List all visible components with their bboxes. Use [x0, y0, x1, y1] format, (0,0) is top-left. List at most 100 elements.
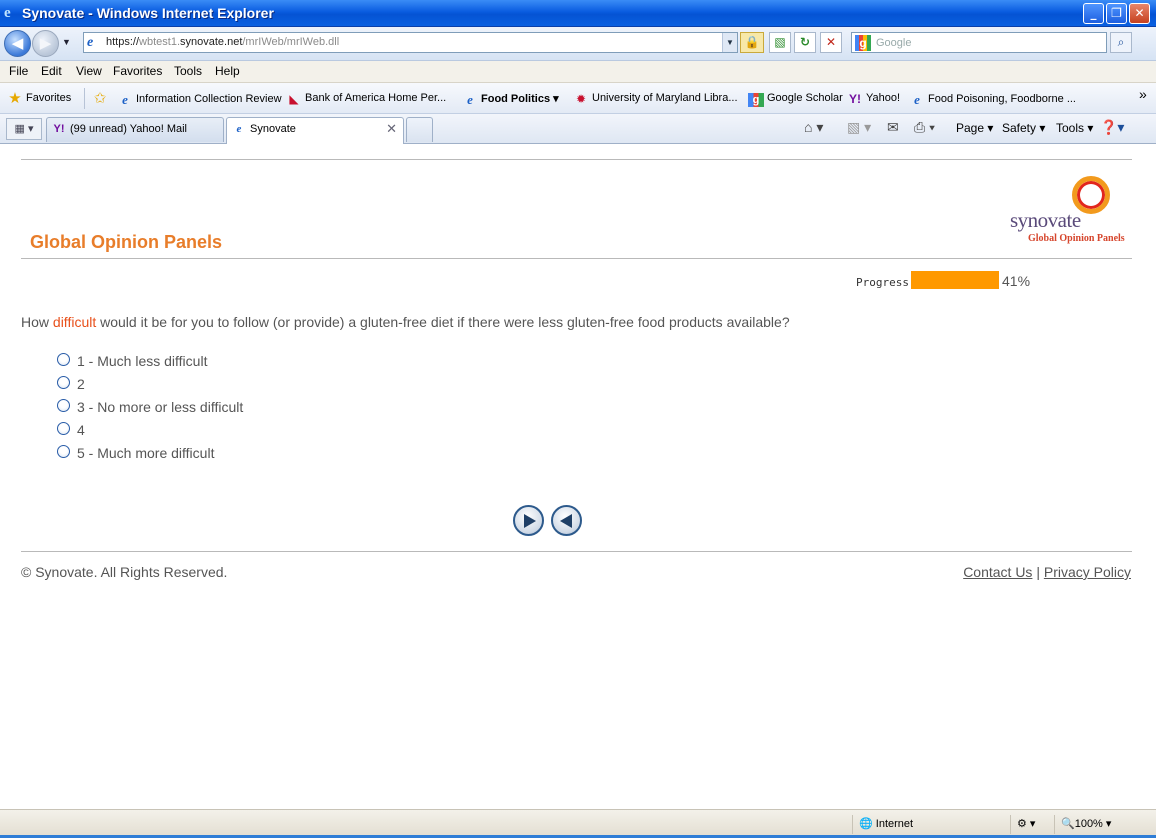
read-mail-icon[interactable]: ✉: [887, 119, 899, 136]
progress-percent: 41%: [1002, 273, 1031, 289]
favorite-link-bank-of-america[interactable]: ◣ Bank of America Home Per...: [286, 92, 446, 106]
google-icon: g: [748, 93, 764, 107]
page-favicon-icon: e: [87, 35, 94, 50]
close-tab-icon[interactable]: ✕: [386, 118, 397, 140]
radio-button[interactable]: [57, 376, 70, 389]
radio-button[interactable]: [57, 445, 70, 458]
header-bottom-divider: [21, 258, 1132, 259]
ie-page-icon: e: [914, 92, 920, 107]
favorites-button[interactable]: ★ Favorites: [7, 91, 71, 106]
tab-label: Synovate: [250, 123, 296, 135]
menu-view[interactable]: View: [76, 64, 102, 78]
protected-mode-button[interactable]: ⚙ ▾: [1010, 815, 1054, 834]
menu-help[interactable]: Help: [215, 64, 240, 78]
security-lock-icon[interactable]: 🔒: [740, 32, 764, 53]
option-label: 1 - Much less difficult: [77, 353, 208, 369]
favorite-link-umd-libraries[interactable]: ✹ University of Maryland Libra...: [573, 92, 738, 106]
question-pre: How: [21, 314, 53, 330]
next-button[interactable]: [513, 505, 544, 536]
address-field[interactable]: e https://wbtest1.synovate.net/mrIWeb/mr…: [83, 32, 738, 53]
search-input[interactable]: g Google: [851, 32, 1107, 53]
quick-tabs-button[interactable]: ▦ ▾: [6, 118, 42, 140]
favorite-label: Google Scholar: [767, 92, 843, 104]
back-page-button[interactable]: [551, 505, 582, 536]
menu-edit[interactable]: Edit: [41, 64, 62, 78]
menu-tools[interactable]: Tools: [174, 64, 202, 78]
url-path: /mrIWeb/mrIWeb.dll: [242, 36, 340, 48]
question-highlight: difficult: [52, 314, 97, 330]
privacy-policy-link[interactable]: Privacy Policy: [1044, 564, 1131, 580]
help-icon[interactable]: ❓▾: [1100, 119, 1124, 136]
zoom-button[interactable]: 🔍100% ▾: [1054, 815, 1134, 834]
address-dropdown-icon[interactable]: ▼: [722, 33, 737, 52]
print-icon[interactable]: ⎙ ▾: [914, 119, 935, 136]
yahoo-icon: Y!: [849, 92, 861, 106]
favorite-label: Yahoo!: [866, 92, 901, 104]
contact-us-link[interactable]: Contact Us: [963, 564, 1032, 580]
search-button[interactable]: ⌕: [1110, 32, 1132, 53]
tab-synovate[interactable]: e Synovate ✕: [226, 117, 404, 144]
refresh-icon[interactable]: ↻: [794, 32, 816, 53]
previous-arrow-icon: [560, 514, 572, 528]
logo-sub-text: Global Opinion Panels: [1028, 233, 1125, 244]
safety-menu[interactable]: Safety ▾: [1002, 121, 1045, 135]
menu-favorites[interactable]: Favorites: [113, 64, 162, 78]
maximize-button[interactable]: ❐: [1106, 3, 1127, 24]
home-icon[interactable]: ⌂ ▾: [804, 119, 823, 136]
favorites-overflow-button[interactable]: »: [1139, 86, 1147, 102]
url-subdomain: wbtest1.: [139, 36, 180, 48]
back-button[interactable]: ◀: [4, 30, 31, 57]
close-window-button[interactable]: ✕: [1129, 3, 1150, 24]
tab-label: (99 unread) Yahoo! Mail: [70, 123, 187, 135]
logo-brand-text: synovate: [1010, 208, 1081, 232]
menu-file[interactable]: File: [9, 64, 28, 78]
progress-label: Progress:: [856, 276, 916, 289]
favorite-link-food-poisoning[interactable]: e Food Poisoning, Foodborne ...: [909, 92, 1076, 107]
globe-icon: 🌐: [859, 818, 873, 830]
radio-button[interactable]: [57, 399, 70, 412]
compatibility-view-icon[interactable]: ▧: [769, 32, 791, 53]
forward-button[interactable]: ▶: [32, 30, 59, 57]
favorite-link-food-politics[interactable]: e Food Politics ▾: [462, 92, 559, 107]
radio-button[interactable]: [57, 353, 70, 366]
stop-icon[interactable]: ✕: [820, 32, 842, 53]
url-text[interactable]: https://wbtest1.synovate.net/mrIWeb/mrIW…: [106, 36, 339, 48]
option-label: 2: [77, 376, 85, 392]
add-favorite-icon: ✩: [93, 90, 107, 107]
tab-yahoo-mail[interactable]: Y! (99 unread) Yahoo! Mail: [46, 117, 224, 142]
feeds-icon[interactable]: ▧ ▾: [847, 119, 871, 136]
page-menu[interactable]: Page ▾: [956, 121, 993, 135]
window-title: Synovate - Windows Internet Explorer: [22, 5, 274, 21]
favorite-link-google-scholar[interactable]: g Google Scholar: [748, 92, 843, 107]
quick-tabs-icon: ▦ ▾: [14, 123, 34, 135]
umd-icon: ✹: [575, 92, 587, 106]
zoom-level: 100%: [1074, 818, 1103, 830]
tab-bar: ▦ ▾ Y! (99 unread) Yahoo! Mail e Synovate …: [0, 114, 1156, 144]
minimize-button[interactable]: _: [1083, 3, 1104, 24]
bofa-icon: ◣: [289, 92, 299, 106]
progress-bar: [911, 271, 1000, 289]
favorite-link-yahoo[interactable]: Y! Yahoo!: [847, 92, 900, 106]
security-zone: 🌐 Internet: [852, 815, 1010, 834]
back-arrow-icon: ◀: [11, 34, 24, 52]
favorites-separator: [84, 88, 85, 109]
question-text: How difficult would it be for you to fol…: [21, 314, 790, 330]
add-to-favorites-button[interactable]: ✩: [92, 90, 111, 107]
favorite-link-information-collection[interactable]: e Information Collection Review: [117, 92, 282, 107]
address-toolbar: ◀ ▶ ▼ e https://wbtest1.synovate.net/mrI…: [0, 27, 1156, 61]
tools-menu[interactable]: Tools ▾: [1056, 121, 1093, 135]
option-label: 5 - Much more difficult: [77, 445, 215, 461]
ie-page-icon: e: [236, 123, 242, 135]
new-tab-button[interactable]: [406, 117, 433, 142]
status-bar: 🌐 Internet ⚙ ▾ 🔍100% ▾: [0, 809, 1156, 838]
favorite-label: Food Poisoning, Foodborne ...: [928, 93, 1076, 105]
forward-arrow-icon: ▶: [39, 34, 52, 52]
magnifier-icon: ⌕: [1117, 35, 1125, 49]
footer-divider: [21, 551, 1132, 552]
recent-pages-dropdown-icon[interactable]: ▼: [62, 37, 71, 47]
radio-button[interactable]: [57, 422, 70, 435]
favorites-bar: ★ Favorites ✩ e Information Collection Rev…: [0, 83, 1156, 114]
favorite-label: Information Collection Review: [136, 93, 282, 105]
synovate-logo: synovate Global Opinion Panels: [1008, 173, 1133, 244]
page-title: Global Opinion Panels: [30, 232, 223, 252]
